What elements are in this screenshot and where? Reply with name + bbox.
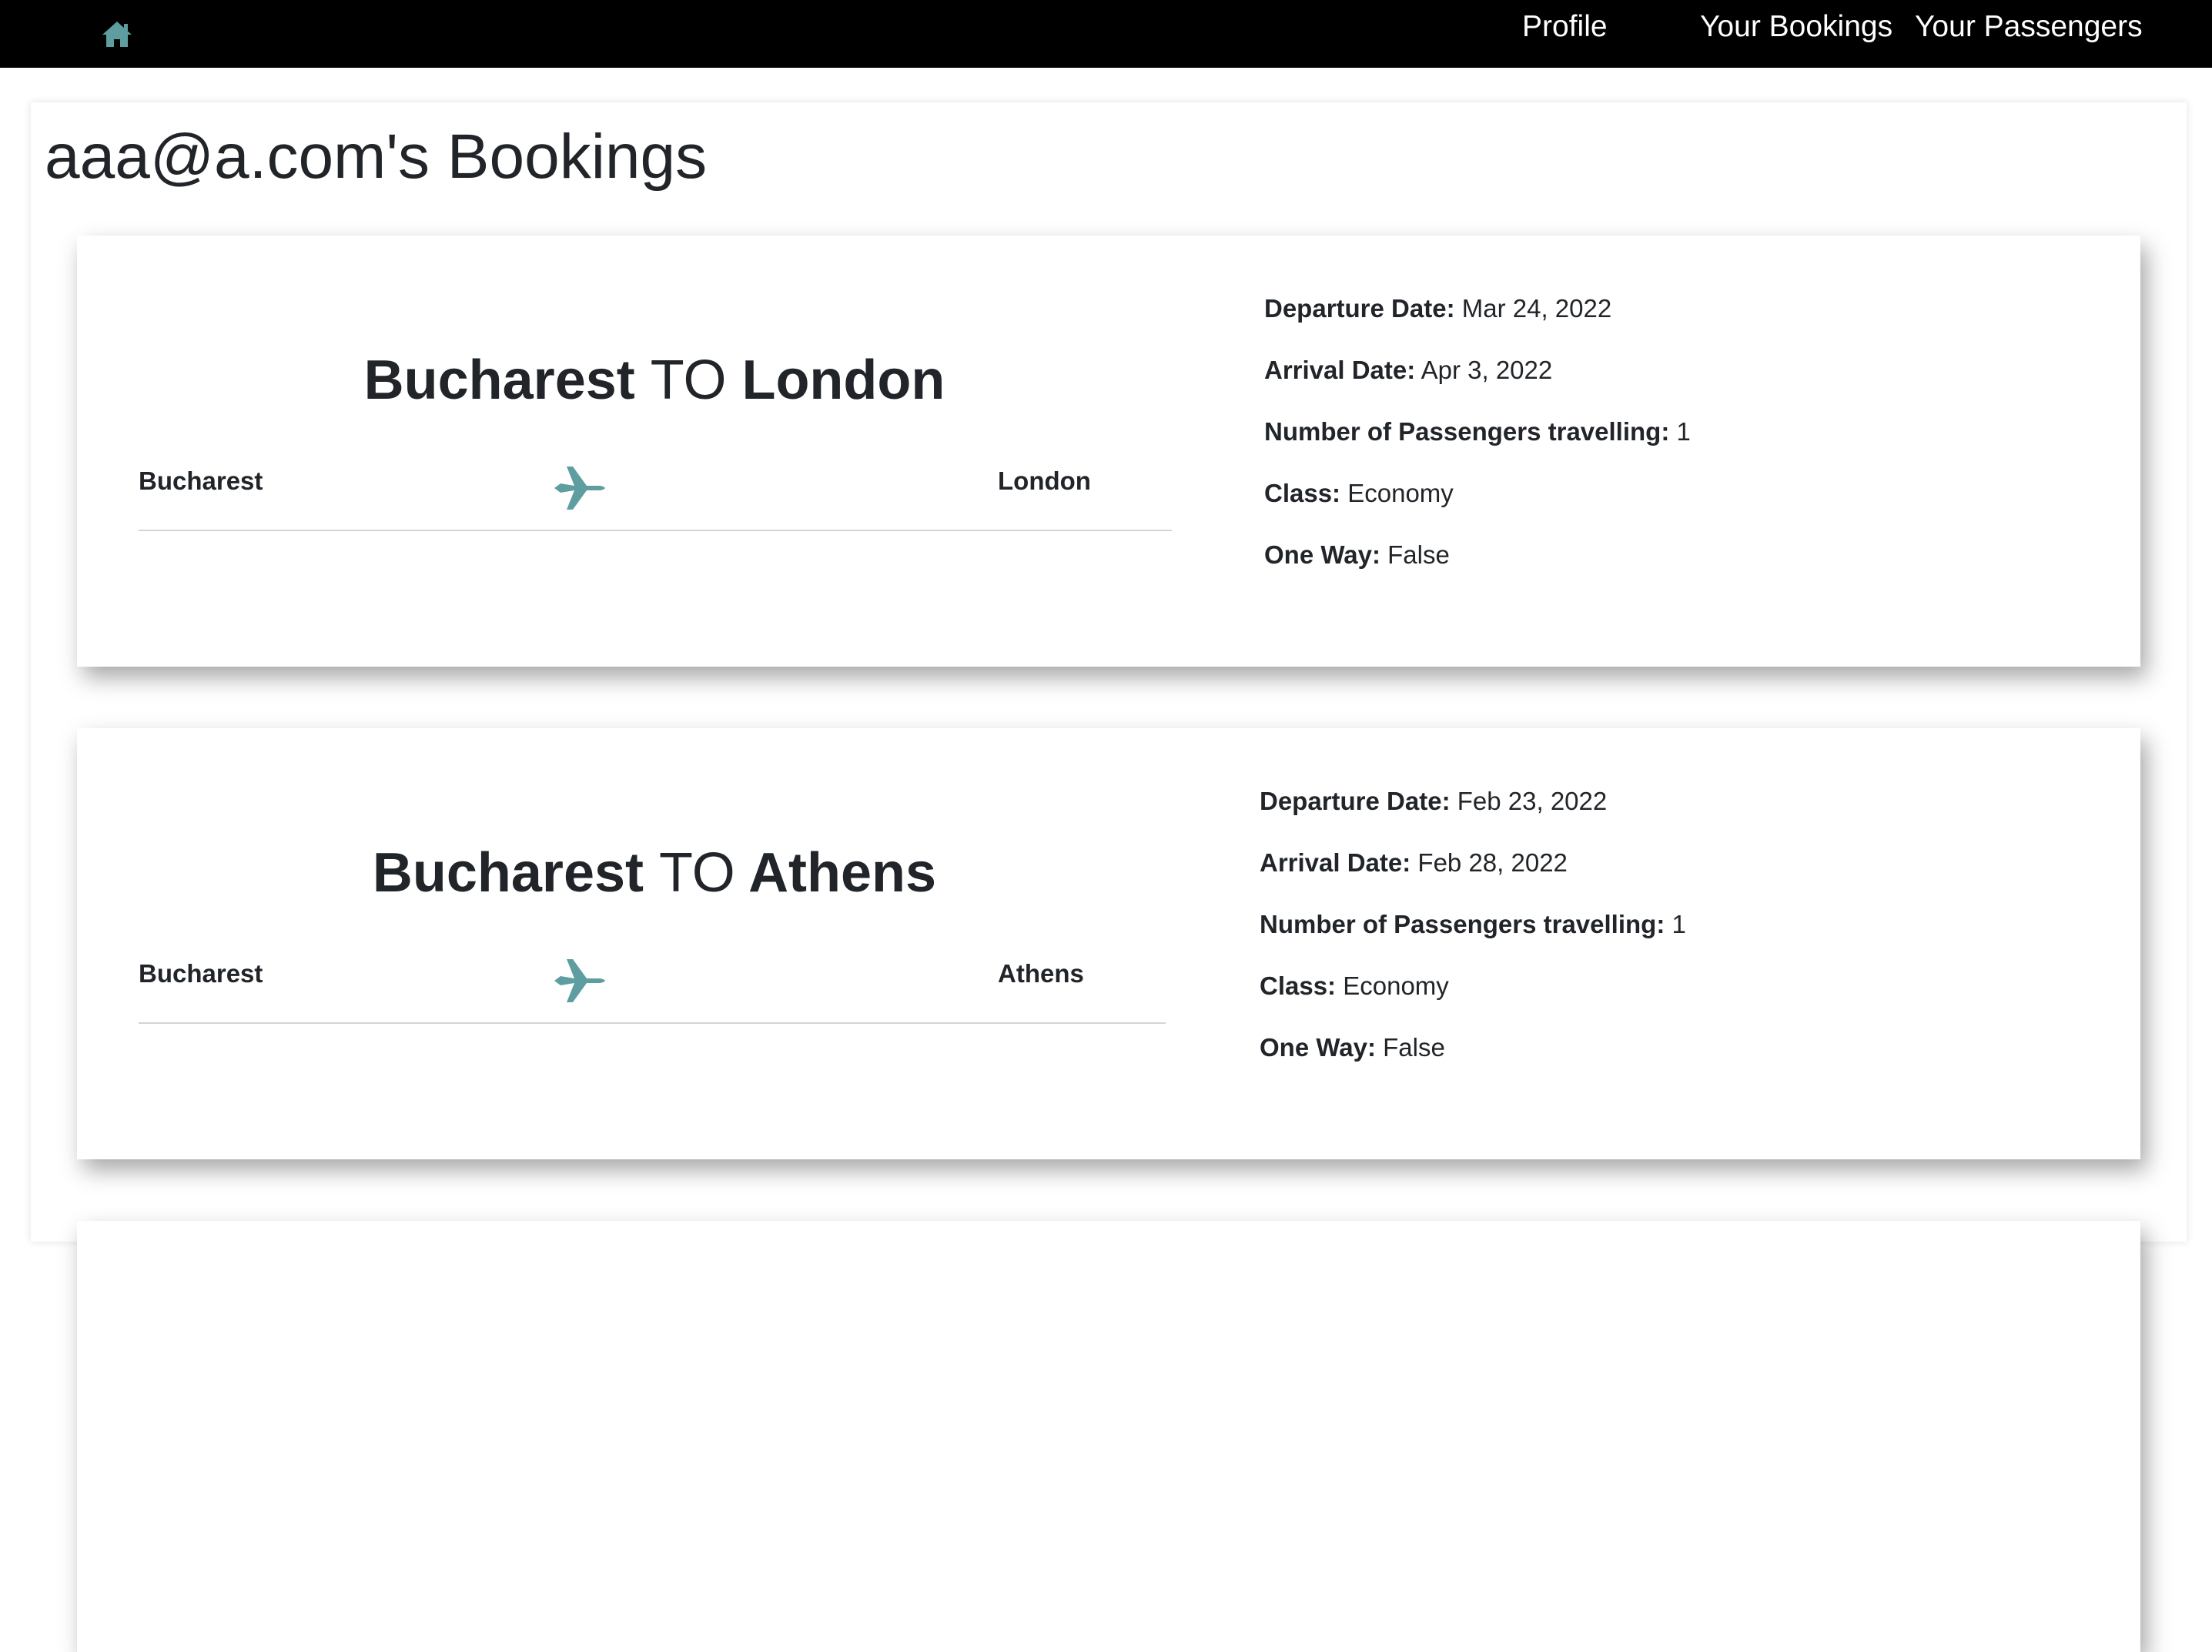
- nav-your-passengers-link[interactable]: Your Passengers: [1915, 8, 2143, 46]
- booking-card: Bucharest TO Athens Bucharest Athens Dep…: [77, 728, 2140, 1159]
- detail-value: Economy: [1343, 971, 1449, 1000]
- route-to-city: Athens: [998, 959, 1084, 988]
- detail-label: Number of Passengers travelling:: [1264, 417, 1670, 446]
- bookings-container: aaa@a.com's Bookings Bucharest TO London…: [31, 102, 2187, 1652]
- detail-label: One Way:: [1260, 1033, 1376, 1062]
- page-title: aaa@a.com's Bookings: [45, 122, 708, 192]
- booking-card: Bucharest TO London Bucharest London Dep…: [77, 236, 2140, 667]
- route-title-from: Bucharest: [372, 842, 644, 904]
- detail-label: Arrival Date:: [1264, 356, 1416, 384]
- booking-card: [77, 1221, 2140, 1652]
- route-title-to-word: TO: [659, 842, 735, 904]
- detail-value: False: [1387, 540, 1450, 569]
- departure-date: Departure Date: Mar 24, 2022: [1264, 296, 1691, 357]
- navbar: Profile Your Bookings Your Passengers: [0, 0, 2212, 68]
- detail-value: Apr 3, 2022: [1421, 356, 1553, 384]
- detail-value: False: [1383, 1033, 1445, 1062]
- detail-label: Departure Date:: [1264, 294, 1455, 323]
- route-title: Bucharest TO London: [77, 347, 1232, 413]
- route-title-from: Bucharest: [363, 349, 635, 411]
- detail-value: Mar 24, 2022: [1461, 294, 1612, 323]
- detail-value: 1: [1672, 910, 1686, 938]
- detail-label: One Way:: [1264, 540, 1380, 569]
- route-row: Bucharest London: [139, 445, 1172, 531]
- booking-details: Departure Date: Mar 24, 2022 Arrival Dat…: [1264, 296, 1691, 604]
- detail-label: Number of Passengers travelling:: [1260, 910, 1665, 938]
- route-row: Bucharest Athens: [139, 938, 1166, 1024]
- nav-profile-link[interactable]: Profile: [1522, 8, 1608, 46]
- route-from-city: Bucharest: [139, 467, 263, 495]
- detail-label: Arrival Date:: [1260, 848, 1411, 877]
- route-title-to-word: TO: [650, 349, 727, 411]
- route-from-city: Bucharest: [139, 959, 263, 988]
- detail-value: Economy: [1347, 479, 1454, 507]
- booking-details: Departure Date: Feb 23, 2022 Arrival Dat…: [1260, 788, 1686, 1096]
- detail-label: Class:: [1260, 971, 1337, 1000]
- one-way: One Way: False: [1264, 542, 1691, 604]
- departure-date: Departure Date: Feb 23, 2022: [1260, 788, 1686, 850]
- arrival-date: Arrival Date: Feb 28, 2022: [1260, 850, 1686, 911]
- detail-value: 1: [1676, 417, 1691, 446]
- route-title-to: London: [741, 349, 945, 411]
- arrival-date: Arrival Date: Apr 3, 2022: [1264, 357, 1691, 419]
- one-way: One Way: False: [1260, 1035, 1686, 1096]
- route-title-to: Athens: [748, 842, 937, 904]
- detail-label: Departure Date:: [1260, 787, 1451, 815]
- route-to-city: London: [998, 467, 1091, 495]
- detail-value: Feb 23, 2022: [1457, 787, 1608, 815]
- detail-value: Feb 28, 2022: [1417, 848, 1568, 877]
- airplane-icon: [554, 959, 605, 1002]
- nav-links: Profile Your Bookings Your Passengers: [0, 0, 2212, 54]
- detail-label: Class:: [1264, 479, 1341, 507]
- travel-class: Class: Economy: [1264, 480, 1691, 542]
- nav-your-bookings-link[interactable]: Your Bookings: [1700, 8, 1892, 46]
- passenger-count: Number of Passengers travelling: 1: [1264, 419, 1691, 480]
- passenger-count: Number of Passengers travelling: 1: [1260, 911, 1686, 973]
- route-title: Bucharest TO Athens: [77, 840, 1232, 906]
- travel-class: Class: Economy: [1260, 973, 1686, 1035]
- airplane-icon: [554, 467, 605, 510]
